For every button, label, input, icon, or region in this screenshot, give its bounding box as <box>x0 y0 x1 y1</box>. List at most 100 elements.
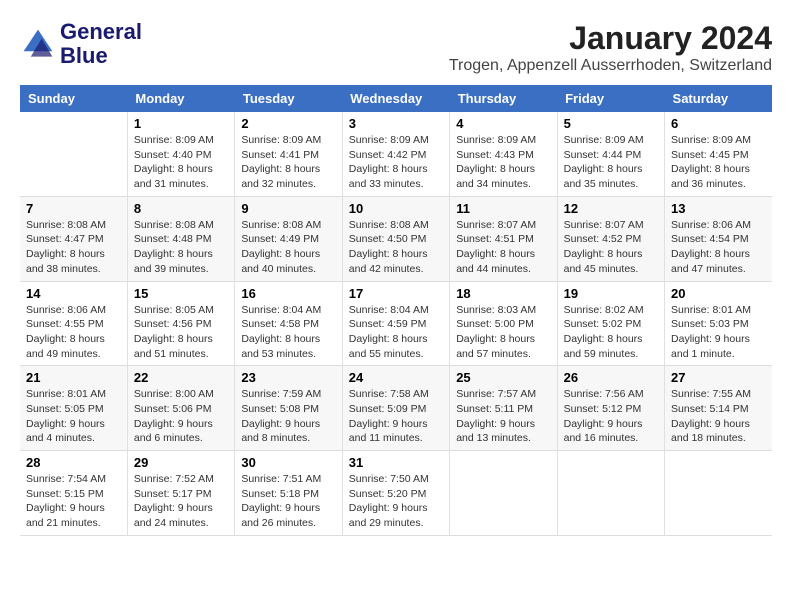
day-cell: 15 Sunrise: 8:05 AM Sunset: 4:56 PM Dayli… <box>127 281 234 366</box>
day-cell: 28Sunrise: 7:54 AM Sunset: 5:15 PM Dayli… <box>20 451 127 536</box>
day-cell: 17 Sunrise: 8:04 AM Sunset: 4:59 PM Dayli… <box>342 281 449 366</box>
logo-icon <box>20 26 56 62</box>
day-cell: 23 Sunrise: 7:59 AM Sunset: 5:08 PM Dayli… <box>235 366 342 451</box>
day-detail: Sunrise: 8:09 AM Sunset: 4:40 PM Dayligh… <box>134 133 228 192</box>
day-detail: Sunrise: 7:55 AM Sunset: 5:14 PM Dayligh… <box>671 387 766 446</box>
day-cell: 27Sunrise: 7:55 AM Sunset: 5:14 PM Dayli… <box>665 366 772 451</box>
day-detail: Sunrise: 7:51 AM Sunset: 5:18 PM Dayligh… <box>241 472 335 531</box>
day-cell <box>557 451 664 536</box>
day-number: 11 <box>456 201 550 216</box>
day-cell <box>20 112 127 196</box>
header-cell-saturday: Saturday <box>665 85 772 112</box>
day-number: 14 <box>26 286 121 301</box>
day-detail: Sunrise: 7:59 AM Sunset: 5:08 PM Dayligh… <box>241 387 335 446</box>
day-detail: Sunrise: 8:04 AM Sunset: 4:59 PM Dayligh… <box>349 303 443 362</box>
day-number: 12 <box>564 201 658 216</box>
day-detail: Sunrise: 7:52 AM Sunset: 5:17 PM Dayligh… <box>134 472 228 531</box>
day-cell: 18Sunrise: 8:03 AM Sunset: 5:00 PM Dayli… <box>450 281 557 366</box>
day-number: 24 <box>349 370 443 385</box>
day-number: 10 <box>349 201 443 216</box>
day-cell: 2 Sunrise: 8:09 AM Sunset: 4:41 PM Daylig… <box>235 112 342 196</box>
day-cell: 4Sunrise: 8:09 AM Sunset: 4:43 PM Daylig… <box>450 112 557 196</box>
day-detail: Sunrise: 7:54 AM Sunset: 5:15 PM Dayligh… <box>26 472 121 531</box>
day-number: 2 <box>241 116 335 131</box>
day-detail: Sunrise: 8:09 AM Sunset: 4:42 PM Dayligh… <box>349 133 443 192</box>
day-cell: 5 Sunrise: 8:09 AM Sunset: 4:44 PM Daylig… <box>557 112 664 196</box>
day-detail: Sunrise: 8:09 AM Sunset: 4:44 PM Dayligh… <box>564 133 658 192</box>
day-number: 21 <box>26 370 121 385</box>
day-cell: 26Sunrise: 7:56 AM Sunset: 5:12 PM Dayli… <box>557 366 664 451</box>
day-cell: 24Sunrise: 7:58 AM Sunset: 5:09 PM Dayli… <box>342 366 449 451</box>
week-row-2: 7 Sunrise: 8:08 AM Sunset: 4:47 PM Daylig… <box>20 196 772 281</box>
day-cell: 13 Sunrise: 8:06 AM Sunset: 4:54 PM Dayli… <box>665 196 772 281</box>
day-number: 23 <box>241 370 335 385</box>
day-cell: 1 Sunrise: 8:09 AM Sunset: 4:40 PM Daylig… <box>127 112 234 196</box>
day-detail: Sunrise: 8:07 AM Sunset: 4:51 PM Dayligh… <box>456 218 550 277</box>
day-cell: 19 Sunrise: 8:02 AM Sunset: 5:02 PM Dayli… <box>557 281 664 366</box>
header-cell-wednesday: Wednesday <box>342 85 449 112</box>
day-number: 4 <box>456 116 550 131</box>
day-number: 9 <box>241 201 335 216</box>
day-number: 20 <box>671 286 766 301</box>
day-cell: 21Sunrise: 8:01 AM Sunset: 5:05 PM Dayli… <box>20 366 127 451</box>
calendar-table: SundayMondayTuesdayWednesdayThursdayFrid… <box>20 85 772 536</box>
day-cell: 10 Sunrise: 8:08 AM Sunset: 4:50 PM Dayli… <box>342 196 449 281</box>
day-number: 7 <box>26 201 121 216</box>
day-detail: Sunrise: 8:09 AM Sunset: 4:45 PM Dayligh… <box>671 133 766 192</box>
day-cell: 30 Sunrise: 7:51 AM Sunset: 5:18 PM Dayli… <box>235 451 342 536</box>
day-number: 18 <box>456 286 550 301</box>
day-number: 17 <box>349 286 443 301</box>
day-detail: Sunrise: 8:07 AM Sunset: 4:52 PM Dayligh… <box>564 218 658 277</box>
day-cell: 3 Sunrise: 8:09 AM Sunset: 4:42 PM Daylig… <box>342 112 449 196</box>
day-number: 16 <box>241 286 335 301</box>
header-cell-monday: Monday <box>127 85 234 112</box>
logo-text: General Blue <box>60 20 142 68</box>
day-detail: Sunrise: 8:06 AM Sunset: 4:54 PM Dayligh… <box>671 218 766 277</box>
day-detail: Sunrise: 8:08 AM Sunset: 4:49 PM Dayligh… <box>241 218 335 277</box>
day-number: 19 <box>564 286 658 301</box>
week-row-5: 28Sunrise: 7:54 AM Sunset: 5:15 PM Dayli… <box>20 451 772 536</box>
day-detail: Sunrise: 8:05 AM Sunset: 4:56 PM Dayligh… <box>134 303 228 362</box>
day-number: 1 <box>134 116 228 131</box>
header-cell-thursday: Thursday <box>450 85 557 112</box>
month-title: January 2024 <box>449 20 772 57</box>
day-detail: Sunrise: 8:02 AM Sunset: 5:02 PM Dayligh… <box>564 303 658 362</box>
subtitle: Trogen, Appenzell Ausserrhoden, Switzerl… <box>449 57 772 75</box>
day-detail: Sunrise: 8:08 AM Sunset: 4:47 PM Dayligh… <box>26 218 121 277</box>
day-number: 15 <box>134 286 228 301</box>
week-row-3: 14 Sunrise: 8:06 AM Sunset: 4:55 PM Dayli… <box>20 281 772 366</box>
week-row-1: 1 Sunrise: 8:09 AM Sunset: 4:40 PM Daylig… <box>20 112 772 196</box>
day-number: 26 <box>564 370 658 385</box>
day-number: 25 <box>456 370 550 385</box>
day-number: 30 <box>241 455 335 470</box>
day-cell: 29 Sunrise: 7:52 AM Sunset: 5:17 PM Dayli… <box>127 451 234 536</box>
day-detail: Sunrise: 7:57 AM Sunset: 5:11 PM Dayligh… <box>456 387 550 446</box>
day-detail: Sunrise: 8:08 AM Sunset: 4:48 PM Dayligh… <box>134 218 228 277</box>
day-number: 3 <box>349 116 443 131</box>
day-number: 22 <box>134 370 228 385</box>
day-detail: Sunrise: 8:06 AM Sunset: 4:55 PM Dayligh… <box>26 303 121 362</box>
day-number: 13 <box>671 201 766 216</box>
day-number: 5 <box>564 116 658 131</box>
day-cell: 25 Sunrise: 7:57 AM Sunset: 5:11 PM Dayli… <box>450 366 557 451</box>
day-cell: 9 Sunrise: 8:08 AM Sunset: 4:49 PM Daylig… <box>235 196 342 281</box>
day-detail: Sunrise: 8:09 AM Sunset: 4:41 PM Dayligh… <box>241 133 335 192</box>
header-cell-sunday: Sunday <box>20 85 127 112</box>
day-cell: 8Sunrise: 8:08 AM Sunset: 4:48 PM Daylig… <box>127 196 234 281</box>
day-detail: Sunrise: 8:01 AM Sunset: 5:03 PM Dayligh… <box>671 303 766 362</box>
day-cell: 6Sunrise: 8:09 AM Sunset: 4:45 PM Daylig… <box>665 112 772 196</box>
day-cell: 31Sunrise: 7:50 AM Sunset: 5:20 PM Dayli… <box>342 451 449 536</box>
week-row-4: 21Sunrise: 8:01 AM Sunset: 5:05 PM Dayli… <box>20 366 772 451</box>
day-cell: 12 Sunrise: 8:07 AM Sunset: 4:52 PM Dayli… <box>557 196 664 281</box>
day-cell: 14 Sunrise: 8:06 AM Sunset: 4:55 PM Dayli… <box>20 281 127 366</box>
day-cell <box>450 451 557 536</box>
title-area: January 2024 Trogen, Appenzell Ausserrho… <box>449 20 772 75</box>
day-number: 29 <box>134 455 228 470</box>
day-detail: Sunrise: 8:08 AM Sunset: 4:50 PM Dayligh… <box>349 218 443 277</box>
day-number: 31 <box>349 455 443 470</box>
day-detail: Sunrise: 8:04 AM Sunset: 4:58 PM Dayligh… <box>241 303 335 362</box>
day-cell <box>665 451 772 536</box>
header-cell-tuesday: Tuesday <box>235 85 342 112</box>
day-detail: Sunrise: 8:00 AM Sunset: 5:06 PM Dayligh… <box>134 387 228 446</box>
header-row: SundayMondayTuesdayWednesdayThursdayFrid… <box>20 85 772 112</box>
